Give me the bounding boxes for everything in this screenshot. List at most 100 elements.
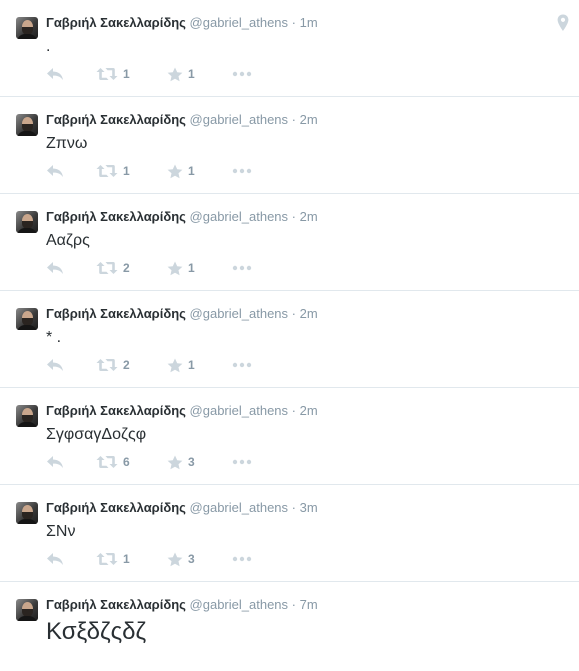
more-dots-icon [232,556,252,562]
retweet-button[interactable]: 1 [96,551,130,567]
location-pin-icon[interactable] [557,14,569,32]
timestamp[interactable]: 2m [300,209,318,224]
tweet-stream: Γαβριήλ Σακελλαρίδης @gabriel_athens · 1… [0,0,579,662]
retweet-button[interactable]: 6 [96,454,130,470]
separator: · [291,597,296,612]
more-dots-icon [232,265,252,271]
favorite-button[interactable]: 3 [167,551,195,567]
tweet-text: * . [46,329,62,346]
fullname[interactable]: Γαβριήλ Σακελλαρίδης [46,597,186,612]
star-icon [167,552,183,567]
timestamp[interactable]: 2m [300,306,318,321]
reply-button[interactable] [46,551,64,567]
retweet-icon [96,455,118,469]
timestamp[interactable]: 2m [300,112,318,127]
timestamp[interactable]: 7m [300,597,318,612]
timestamp[interactable]: 3m [300,500,318,515]
avatar[interactable] [16,17,38,39]
more-dots-icon [232,168,252,174]
tweet[interactable]: Γαβριήλ Σακελλαρίδης @gabriel_athens · 2… [0,388,579,485]
username[interactable]: @gabriel_athens [190,306,288,321]
favorite-button[interactable]: 3 [167,454,195,470]
tweet-text: ΣγφσαγΔοζςφ [46,426,147,443]
fullname[interactable]: Γαβριήλ Σακελλαρίδης [46,112,186,127]
separator: · [291,403,296,418]
tweet-text: Ααζρς [46,232,90,249]
retweet-count: 6 [123,455,130,469]
favorite-button[interactable]: 1 [167,163,195,179]
favorite-count: 1 [188,67,195,81]
avatar[interactable] [16,308,38,330]
avatar[interactable] [16,405,38,427]
tweet-header: Γαβριήλ Σακελλαρίδης @gabriel_athens · 2… [46,403,318,419]
reply-button[interactable] [46,66,64,82]
retweet-icon [96,552,118,566]
retweet-button[interactable]: 1 [96,66,130,82]
tweet-header: Γαβριήλ Σακελλαρίδης @gabriel_athens · 2… [46,306,318,322]
tweet[interactable]: Γαβριήλ Σακελλαρίδης @gabriel_athens · 7… [0,582,579,662]
fullname[interactable]: Γαβριήλ Σακελλαρίδης [46,306,186,321]
username[interactable]: @gabriel_athens [190,500,288,515]
retweet-count: 1 [123,552,130,566]
reply-icon [46,261,64,275]
fullname[interactable]: Γαβριήλ Σακελλαρίδης [46,15,186,30]
star-icon [167,67,183,82]
username[interactable]: @gabriel_athens [190,597,288,612]
star-icon [167,455,183,470]
favorite-button[interactable]: 1 [167,260,195,276]
avatar[interactable] [16,502,38,524]
more-button[interactable] [232,163,252,179]
tweet-actions: 2 1 [46,357,276,373]
avatar[interactable] [16,114,38,136]
reply-button[interactable] [46,260,64,276]
more-button[interactable] [232,357,252,373]
tweet[interactable]: Γαβριήλ Σακελλαρίδης @gabriel_athens · 2… [0,291,579,388]
more-button[interactable] [232,66,252,82]
tweet-actions: 2 1 [46,260,276,276]
username[interactable]: @gabriel_athens [190,15,288,30]
retweet-button[interactable]: 2 [96,260,130,276]
tweet-header: Γαβριήλ Σακελλαρίδης @gabriel_athens · 1… [46,15,318,31]
reply-button[interactable] [46,357,64,373]
tweet[interactable]: Γαβριήλ Σακελλαρίδης @gabriel_athens · 2… [0,194,579,291]
more-button[interactable] [232,454,252,470]
fullname[interactable]: Γαβριήλ Σακελλαρίδης [46,500,186,515]
retweet-count: 2 [123,358,130,372]
star-icon [167,164,183,179]
tweet[interactable]: Γαβριήλ Σακελλαρίδης @gabriel_athens · 1… [0,0,579,97]
reply-icon [46,67,64,81]
separator: · [291,209,296,224]
retweet-icon [96,358,118,372]
tweet[interactable]: Γαβριήλ Σακελλαρίδης @gabriel_athens · 3… [0,485,579,582]
username[interactable]: @gabriel_athens [190,209,288,224]
timestamp[interactable]: 2m [300,403,318,418]
more-dots-icon [232,71,252,77]
retweet-count: 1 [123,164,130,178]
reply-button[interactable] [46,454,64,470]
favorite-button[interactable]: 1 [167,357,195,373]
favorite-count: 1 [188,358,195,372]
avatar[interactable] [16,211,38,233]
fullname[interactable]: Γαβριήλ Σακελλαρίδης [46,209,186,224]
favorite-count: 3 [188,455,195,469]
retweet-count: 2 [123,261,130,275]
retweet-button[interactable]: 2 [96,357,130,373]
timestamp[interactable]: 1m [300,15,318,30]
tweet-text: . [46,38,51,55]
username[interactable]: @gabriel_athens [190,403,288,418]
more-button[interactable] [232,551,252,567]
avatar[interactable] [16,599,38,621]
reply-button[interactable] [46,163,64,179]
retweet-button[interactable]: 1 [96,163,130,179]
fullname[interactable]: Γαβριήλ Σακελλαρίδης [46,403,186,418]
favorite-count: 1 [188,261,195,275]
username[interactable]: @gabriel_athens [190,112,288,127]
reply-icon [46,552,64,566]
tweet[interactable]: Γαβριήλ Σακελλαρίδης @gabriel_athens · 2… [0,97,579,194]
reply-icon [46,358,64,372]
more-button[interactable] [232,260,252,276]
retweet-icon [96,164,118,178]
favorite-button[interactable]: 1 [167,66,195,82]
tweet-text: Ζπνω [46,135,88,152]
retweet-icon [96,261,118,275]
